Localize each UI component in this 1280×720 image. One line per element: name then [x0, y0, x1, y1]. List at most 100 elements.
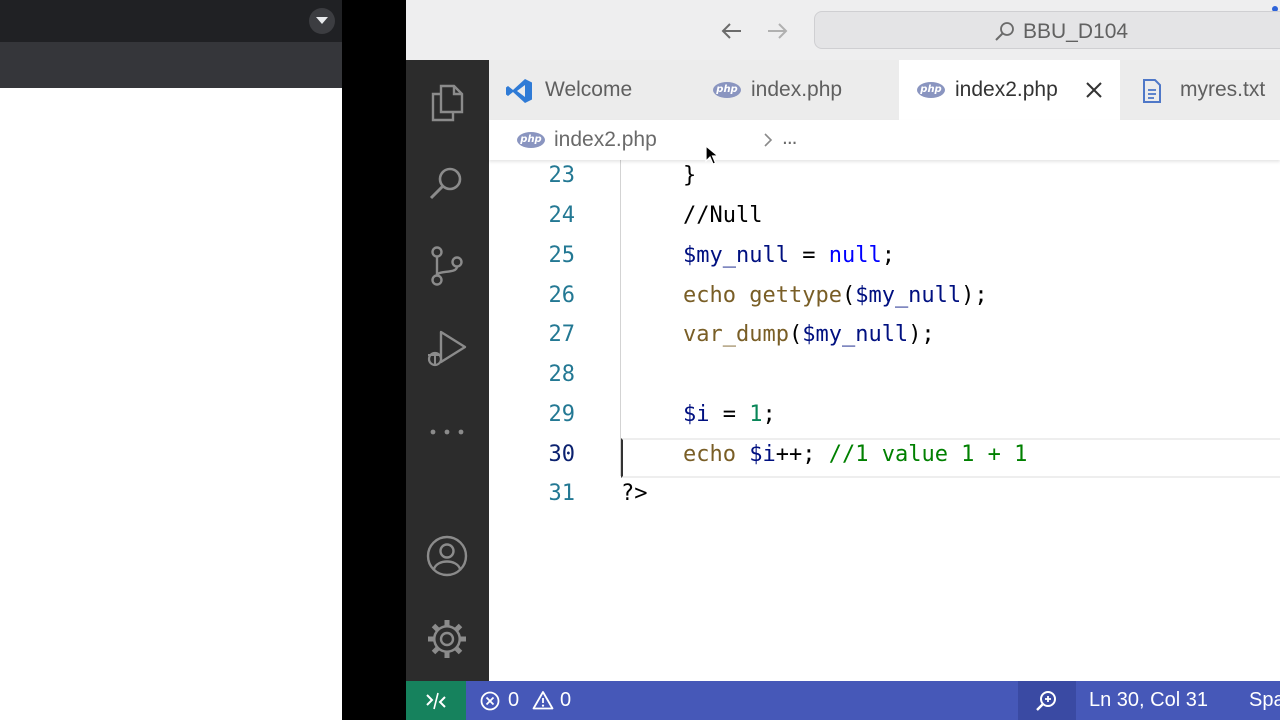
code-line: 28: [489, 358, 1280, 398]
browser-window: [0, 0, 342, 720]
warning-icon: [532, 691, 554, 710]
command-center-search[interactable]: BBU_D104: [814, 11, 1280, 49]
line-number: 24: [548, 203, 576, 228]
zoom-button[interactable]: [1018, 681, 1076, 720]
remote-indicator-button[interactable]: [406, 681, 466, 720]
code-punctuation: );: [961, 283, 988, 308]
command-center-label: BBU_D104: [1023, 20, 1129, 43]
code-punctuation: [710, 402, 723, 427]
remote-icon: [426, 692, 446, 710]
code-variable: $i: [749, 442, 776, 467]
code-text: }: [683, 163, 697, 188]
breadcrumb: php index2.php ...: [489, 120, 1280, 160]
line-number: 30: [548, 442, 576, 467]
code-punctuation: [815, 442, 828, 467]
code-punctuation: (: [788, 322, 803, 347]
code-punctuation: );: [908, 322, 935, 347]
code-keyword: echo: [683, 442, 736, 467]
code-punctuation: =: [722, 402, 736, 427]
line-number: 25: [548, 243, 576, 268]
line-number: 27: [548, 322, 576, 347]
tab-label: index.php: [751, 78, 843, 101]
code-punctuation: ;: [881, 243, 895, 268]
tab-welcome[interactable]: Welcome: [489, 60, 691, 120]
mouse-pointer-icon: [705, 145, 719, 165]
zoom-icon: [1036, 691, 1056, 711]
code-variable: $i: [683, 402, 710, 427]
tab-search-button[interactable]: [309, 8, 335, 34]
breadcrumb-file[interactable]: index2.php: [554, 128, 657, 152]
error-icon: [480, 691, 500, 711]
tab-label: myres.txt: [1180, 78, 1266, 101]
tab-label: Welcome: [545, 78, 633, 101]
tab-index2-php[interactable]: php index2.php: [899, 60, 1120, 120]
code-text: echo gettype($my_null);: [683, 283, 988, 308]
search-icon: [995, 22, 1014, 41]
code-text: //Null: [683, 203, 763, 228]
code-punctuation: ;: [762, 402, 776, 427]
line-number: 26: [548, 283, 576, 308]
code-punctuation: [736, 283, 749, 308]
indentation-spaces[interactable]: Spa: [1249, 689, 1280, 712]
vscode-logo-icon: [506, 79, 532, 103]
settings-gear-icon[interactable]: [425, 617, 469, 661]
code-text: var_dump($my_null);: [683, 322, 935, 347]
code-punctuation: ++;: [775, 442, 816, 467]
explorer-files-icon[interactable]: [425, 80, 469, 124]
code-line: 26 echo gettype($my_null);: [489, 279, 1280, 319]
desktop-gap: [342, 0, 406, 720]
run-and-debug-icon[interactable]: [425, 326, 469, 370]
line-number: 23: [548, 163, 576, 188]
chevron-down-icon: [316, 17, 328, 24]
code-punctuation: [736, 402, 749, 427]
php-icon: php: [917, 82, 945, 98]
error-count: 0: [508, 689, 520, 711]
code-punctuation: (: [841, 283, 856, 308]
code-text: $my_null = null;: [683, 243, 895, 268]
cursor-position[interactable]: Ln 30, Col 31: [1089, 689, 1208, 712]
code-text: echo $i++; //1 value 1 + 1: [683, 442, 1027, 467]
php-icon: php: [713, 82, 741, 98]
line-number: 28: [548, 362, 576, 387]
code-editor[interactable]: 23 } 24 //Null 25 $my_null = null; 26 ec…: [489, 160, 1280, 681]
code-function: var_dump: [683, 322, 789, 347]
tab-label: index2.php: [955, 78, 1058, 101]
code-text: $i = 1;: [683, 402, 776, 427]
line-number: 31: [548, 481, 576, 506]
code-line: 25 $my_null = null;: [489, 239, 1280, 279]
code-line: 27 var_dump($my_null);: [489, 318, 1280, 358]
chevron-right-icon: [764, 133, 773, 147]
go-forward-icon[interactable]: [763, 17, 791, 45]
line-number: 29: [548, 402, 576, 427]
search-icon[interactable]: [425, 162, 469, 206]
close-icon[interactable]: [1083, 79, 1105, 101]
browser-page-content: [0, 88, 342, 720]
source-control-icon[interactable]: [425, 244, 469, 288]
warning-count: 0: [560, 689, 572, 711]
code-variable: $my_null: [802, 322, 909, 347]
code-punctuation: [736, 442, 749, 467]
status-bar: 0 0 Ln 30, Col 31 Spa: [406, 681, 1280, 720]
code-line: 31 ?>: [489, 477, 1280, 517]
code-punctuation: =: [802, 243, 816, 268]
accounts-icon[interactable]: [425, 534, 469, 578]
vscode-window: BBU_D104 Welcome php index.php php index…: [406, 0, 1280, 720]
code-variable: $my_null: [683, 243, 789, 268]
tab-index-php[interactable]: php index.php: [691, 60, 899, 120]
code-line: 23 }: [489, 159, 1280, 199]
code-keyword: null: [828, 243, 882, 268]
browser-toolbar: [0, 42, 342, 123]
go-back-icon[interactable]: [718, 17, 746, 45]
code-keyword: echo: [683, 283, 736, 308]
code-text: ?>: [621, 481, 648, 506]
php-icon: php: [517, 132, 545, 148]
file-text-icon: [1143, 79, 1161, 103]
code-punctuation: [815, 243, 828, 268]
code-line-current: 30 echo $i++; //1 value 1 + 1: [489, 438, 1280, 478]
code-variable: $my_null: [855, 283, 962, 308]
code-number: 1: [749, 402, 763, 427]
breadcrumb-more[interactable]: ...: [782, 126, 797, 150]
more-views-icon[interactable]: [425, 410, 469, 454]
tab-myres-txt[interactable]: myres.txt: [1120, 60, 1280, 120]
code-punctuation: [789, 243, 802, 268]
